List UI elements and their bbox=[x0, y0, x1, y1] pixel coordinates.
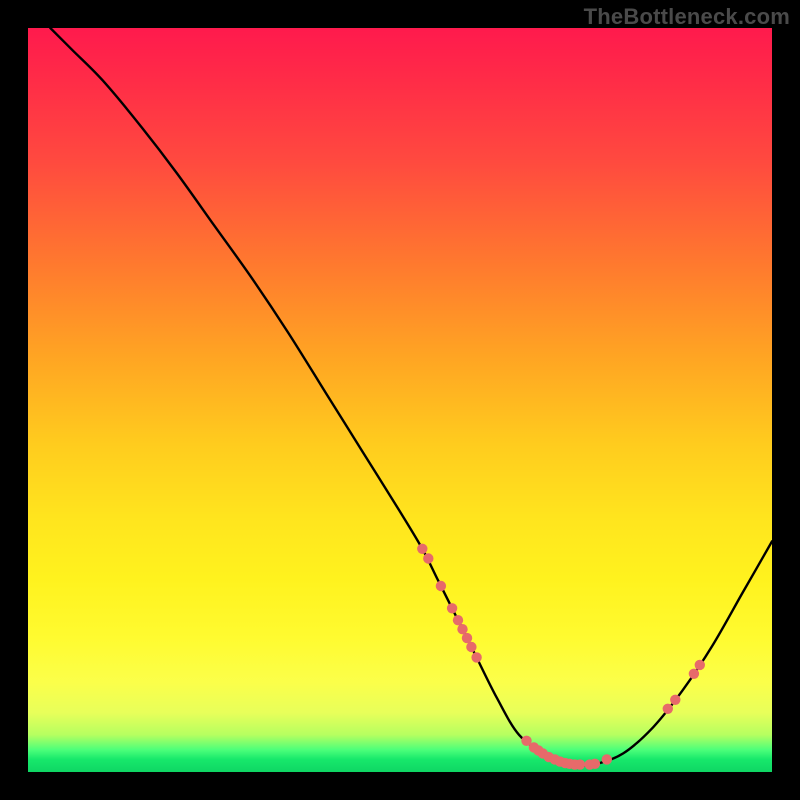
data-marker bbox=[689, 669, 699, 679]
data-marker bbox=[417, 544, 427, 554]
watermark-text: TheBottleneck.com bbox=[584, 4, 790, 30]
curve-layer bbox=[28, 28, 772, 772]
data-marker bbox=[471, 652, 481, 662]
data-marker bbox=[590, 759, 600, 769]
data-marker bbox=[457, 624, 467, 634]
plot-area bbox=[28, 28, 772, 772]
data-marker bbox=[466, 642, 476, 652]
data-marker bbox=[602, 754, 612, 764]
data-marker bbox=[663, 704, 673, 714]
data-marker bbox=[695, 660, 705, 670]
data-marker bbox=[436, 581, 446, 591]
data-marker bbox=[575, 759, 585, 769]
data-marker bbox=[423, 553, 433, 563]
chart-frame: TheBottleneck.com bbox=[0, 0, 800, 800]
data-marker bbox=[670, 695, 680, 705]
data-marker bbox=[462, 633, 472, 643]
bottleneck-curve bbox=[50, 28, 772, 766]
data-marker bbox=[447, 603, 457, 613]
data-marker bbox=[453, 615, 463, 625]
data-markers bbox=[417, 544, 705, 770]
